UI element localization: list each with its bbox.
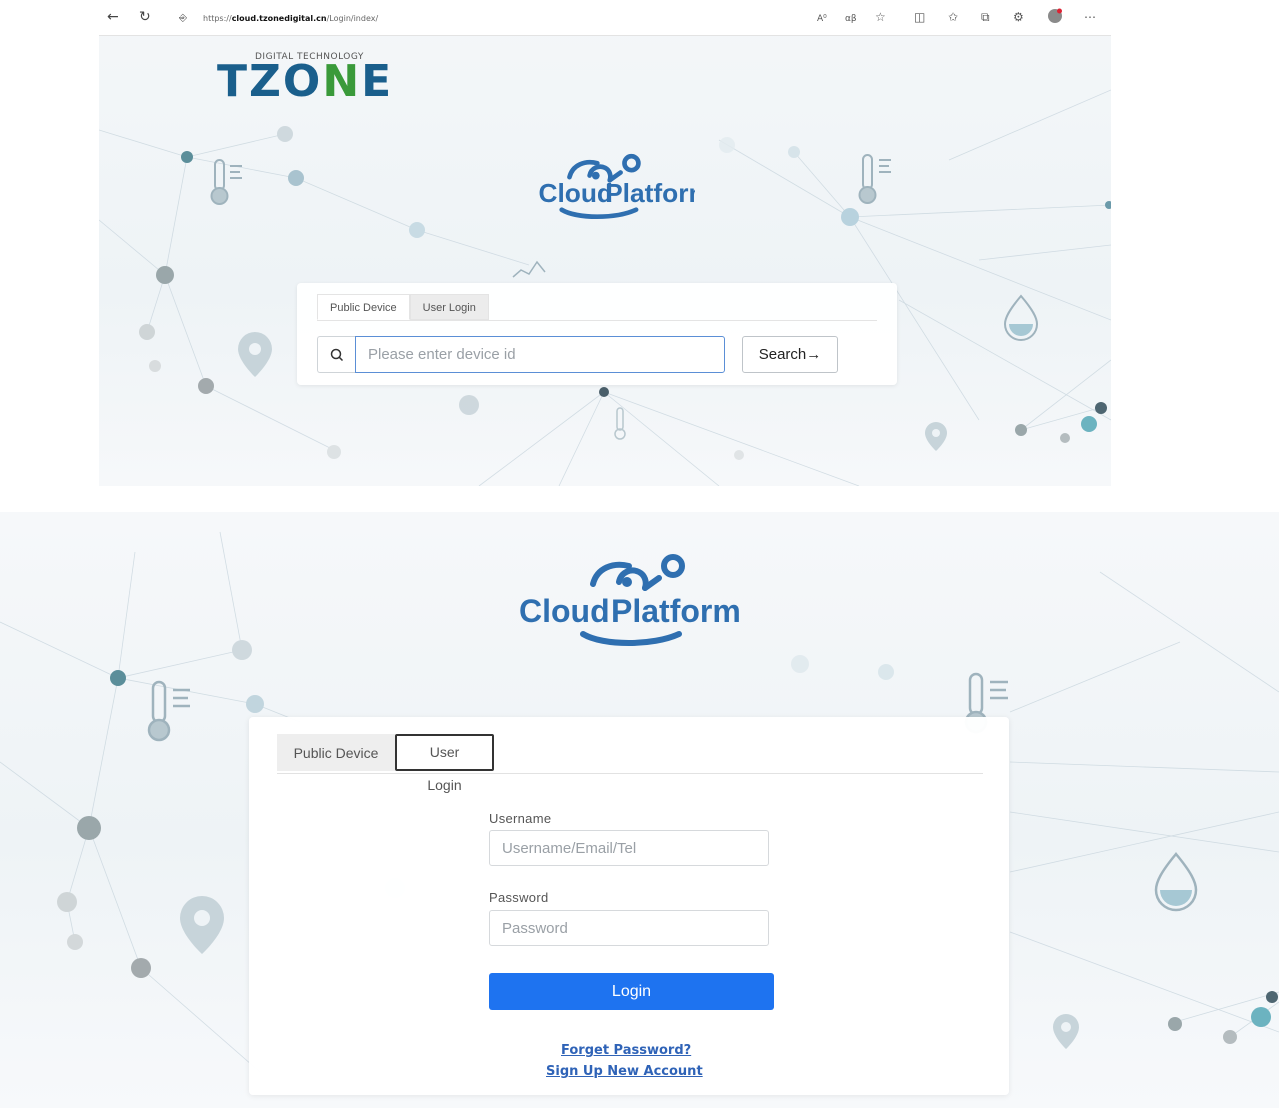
read-aloud-icon[interactable]: A⁰ [817, 12, 827, 26]
refresh-icon[interactable]: ↻ [139, 10, 151, 24]
back-arrow-icon[interactable]: ← [107, 10, 119, 24]
tab-divider [317, 320, 877, 321]
collections-icon[interactable]: ⧉ [981, 10, 990, 24]
url-prefix: https:// [203, 14, 232, 23]
thermometer-icon [210, 159, 242, 205]
address-bar[interactable]: https://cloud.tzonedigital.cn/Login/inde… [203, 12, 378, 26]
public-device-card: Public Device User Login Search→ [297, 283, 897, 385]
logo-word-cloud: Cloud [519, 593, 610, 629]
cloud-platform-logo: Cloud Platform [519, 554, 741, 646]
url-host: cloud.tzonedigital.cn [231, 14, 327, 23]
search-button[interactable]: Search→ [742, 336, 838, 373]
search-tabs: Public Device User Login [317, 294, 489, 320]
user-login-card: Public Device User Login Username Passwo… [249, 717, 1009, 1095]
search-icon [330, 348, 344, 362]
profile-avatar[interactable] [1047, 8, 1063, 27]
logo-word-platform: Platform [611, 593, 741, 629]
public-device-screenshot: ← ↻ ⎆ https://cloud.tzonedigital.cn/Logi… [99, 0, 1111, 486]
translate-icon[interactable]: αβ [845, 12, 857, 26]
browser-toolbar: ← ↻ ⎆ https://cloud.tzonedigital.cn/Logi… [99, 0, 1111, 36]
thermometer-icon [614, 407, 626, 440]
search-addon [317, 336, 355, 373]
thermometer-icon [858, 154, 891, 204]
username-input[interactable] [489, 830, 769, 866]
logo-text-b: E [361, 56, 394, 107]
chart-line-icon [512, 260, 546, 278]
logo-text-n: N [322, 56, 362, 107]
tzone-brand: DIGITAL TECHNOLOGY TZONE [217, 52, 393, 104]
map-pin-icon [180, 896, 224, 954]
logo-text-a: TZO [217, 56, 323, 107]
logo-word-cloud: Cloud [538, 178, 613, 208]
split-screen-icon[interactable]: ◫ [914, 10, 925, 24]
sign-up-link[interactable]: Sign Up New Account [546, 1064, 703, 1079]
map-pin-icon [925, 422, 947, 451]
tab-user-login[interactable]: User Login [409, 294, 489, 320]
forget-password-link[interactable]: Forget Password? [561, 1043, 691, 1058]
logo-word-platform: Platform [605, 178, 695, 208]
tab-public-device[interactable]: Public Device [317, 294, 410, 320]
extensions-icon[interactable]: ⚙ [1013, 10, 1024, 24]
password-label: Password [489, 890, 549, 905]
map-pin-icon [238, 332, 272, 377]
tab-user-login[interactable]: User Login [395, 734, 494, 793]
password-input[interactable] [489, 910, 769, 946]
map-pin-icon [1053, 1014, 1079, 1049]
water-drop-icon [1003, 294, 1039, 341]
user-login-screenshot: Cloud Platform Public Device User Login … [0, 512, 1279, 1108]
tab-divider [277, 773, 983, 774]
favorites-icon[interactable]: ✩ [948, 10, 958, 24]
lock-icon: ⎆ [179, 13, 187, 24]
water-drop-icon [1154, 852, 1198, 912]
tzone-logo: TZONE [217, 60, 393, 104]
login-button[interactable]: Login [489, 973, 774, 1010]
username-label: Username [489, 811, 552, 826]
cloud-platform-logo: Cloud Platform [538, 153, 695, 219]
star-icon[interactable]: ☆ [875, 10, 886, 24]
login-tabs: Public Device User Login [277, 734, 494, 793]
device-id-input[interactable] [355, 336, 725, 373]
url-path: /Login/index/ [326, 14, 379, 23]
tab-public-device[interactable]: Public Device [277, 734, 395, 771]
more-menu-icon[interactable]: ⋯ [1084, 10, 1096, 24]
thermometer-icon [147, 680, 190, 742]
